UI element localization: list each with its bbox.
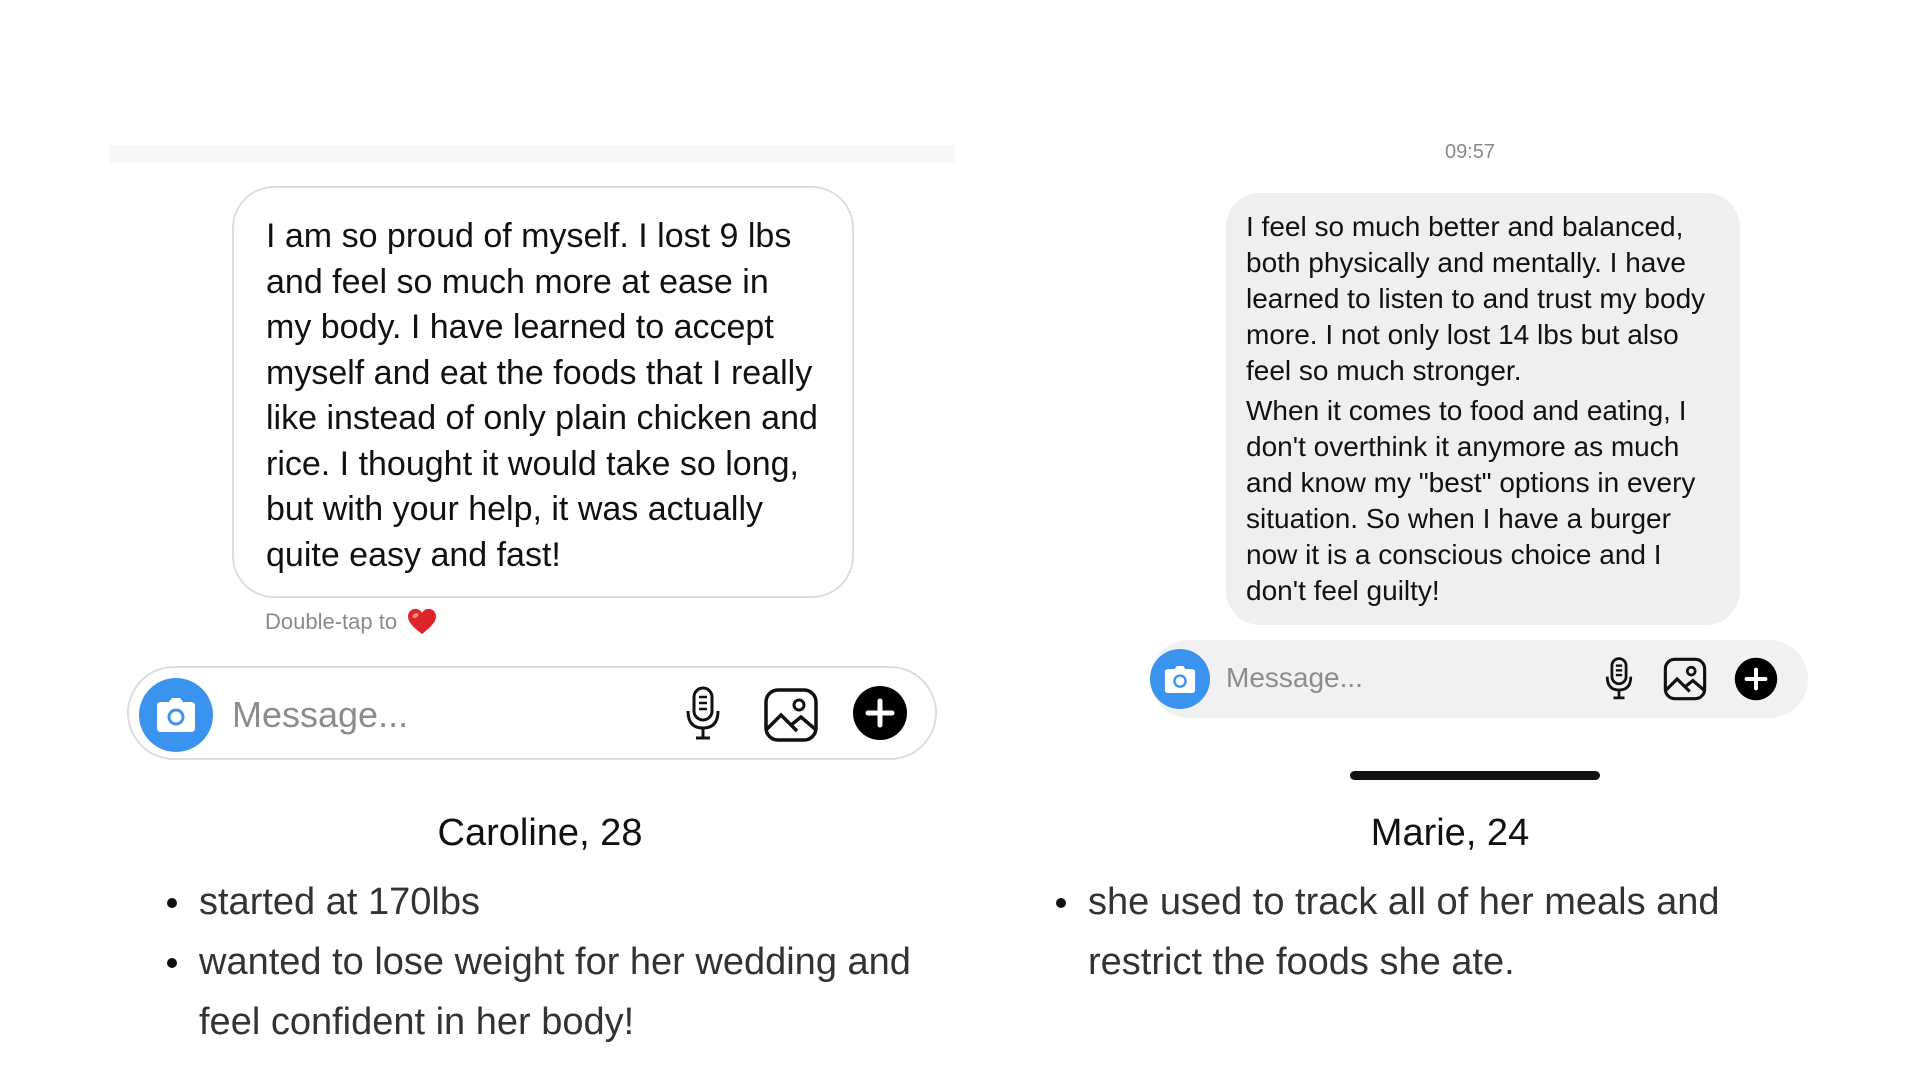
message-timestamp: 09:57: [1444, 141, 1496, 163]
chat-header-strip: [110, 145, 955, 163]
message-bubble-caroline[interactable]: I am so proud of myself. I lost 9 lbs an…: [232, 186, 854, 598]
gallery-icon[interactable]: [763, 687, 819, 743]
gallery-icon[interactable]: [1663, 657, 1707, 701]
microphone-icon[interactable]: [684, 686, 722, 742]
camera-button[interactable]: [1150, 649, 1210, 709]
camera-icon: [1164, 665, 1196, 693]
message-composer-left: Message...: [127, 666, 937, 760]
camera-button[interactable]: [139, 678, 213, 752]
message-bubble-marie[interactable]: I feel so much better and balanced, both…: [1226, 193, 1740, 625]
camera-icon: [157, 698, 195, 732]
home-indicator: [1350, 771, 1600, 780]
message-composer-right: Message...: [1150, 640, 1808, 718]
microphone-icon[interactable]: [1604, 657, 1634, 701]
message-text-paragraph-1: I feel so much better and balanced, both…: [1246, 211, 1706, 386]
double-tap-label: Double-tap to: [265, 609, 398, 634]
testimonial-name-caroline: Caroline, 28: [437, 812, 643, 854]
message-text-paragraph-2: When it comes to food and eating, I don'…: [1246, 395, 1696, 606]
plus-icon[interactable]: [1734, 657, 1778, 701]
list-item: wanted to lose weight for her wedding an…: [163, 932, 959, 1052]
list-item: she used to track all of her meals and r…: [1052, 872, 1828, 992]
bullet-list-caroline: started at 170lbs wanted to lose weight …: [163, 872, 959, 1052]
testimonials-page: I am so proud of myself. I lost 9 lbs an…: [0, 0, 1920, 1080]
message-text: I am so proud of myself. I lost 9 lbs an…: [266, 217, 818, 574]
plus-icon[interactable]: [852, 685, 908, 741]
message-input[interactable]: Message...: [1226, 662, 1363, 694]
message-input[interactable]: Message...: [232, 694, 408, 736]
list-item: started at 170lbs: [163, 872, 959, 932]
heart-icon: [408, 608, 437, 635]
double-tap-hint: Double-tap to: [265, 608, 437, 636]
bullet-list-marie: she used to track all of her meals and r…: [1052, 872, 1828, 992]
testimonial-name-marie: Marie, 24: [1370, 812, 1530, 854]
